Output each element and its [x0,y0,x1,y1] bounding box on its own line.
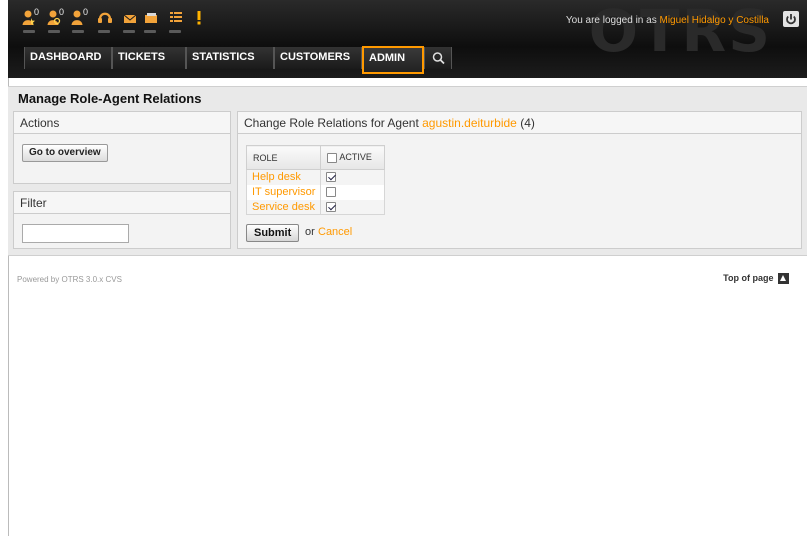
login-info: You are logged in as Miguel Hidalgo y Co… [566,15,769,26]
nav-tickets[interactable]: TICKETS [112,47,186,69]
filter-title: Filter [14,192,230,214]
power-icon [786,14,796,25]
login-prefix: You are logged in as [565,15,657,26]
new-tickets-icon[interactable]: 0 [22,7,44,33]
responsible-tickets-icon[interactable]: 0 [71,7,93,33]
arrow-up-icon [778,273,789,285]
active-column-label: ACTIVE [339,152,372,163]
nav-admin[interactable]: ADMIN [362,46,424,74]
active-checkbox-help-desk[interactable] [326,172,337,183]
role-column-header: ROLE [245,145,322,170]
otrs-watermark: OTRS [588,0,772,65]
locked-tickets-icon[interactable] [143,9,165,33]
watched-tickets-icon[interactable]: 0 [47,7,69,33]
actions-title: Actions [14,112,230,134]
page-title: Manage Role-Agent Relations [18,91,202,106]
search-icon [432,52,445,65]
table-row: Help desk [245,169,386,185]
watched-tickets-count: 0 [59,7,65,17]
user-name-link[interactable]: Miguel Hidalgo y Costilla [660,15,770,26]
nav-customers[interactable]: CUSTOMERS [274,47,362,69]
agent-id: (4) [520,116,535,130]
phone-ticket-icon[interactable] [97,9,119,33]
role-relations-box: Change Role Relations for Agent agustin.… [237,111,802,249]
escalation-icon[interactable] [194,9,216,33]
top-of-page-link[interactable]: Top of page [723,273,789,285]
responsible-tickets-count: 0 [83,7,89,17]
email-ticket-icon[interactable] [122,9,144,33]
active-checkbox-it-supervisor[interactable] [326,187,337,198]
queue-view-icon[interactable] [168,9,190,33]
powered-by: Powered by OTRS 3.0.x CVS [17,275,122,284]
or-text: or [305,226,315,238]
relations-heading-prefix: Change Role Relations for Agent [244,116,419,130]
active-checkbox-service-desk[interactable] [326,201,337,212]
role-relations-table: ROLE ACTIVE Help desk IT supervisor Serv… [245,145,386,215]
actions-box: Actions Go to overview [13,111,231,184]
top-of-page-label: Top of page [723,273,774,283]
go-to-overview-button[interactable]: Go to overview [22,144,108,162]
table-row: Service desk [245,199,386,215]
role-link-help-desk[interactable]: Help desk [252,171,301,183]
content-area: Manage Role-Agent Relations Actions Go t… [8,86,807,256]
submit-button[interactable]: Submit [246,224,300,242]
filter-box: Filter [13,191,231,249]
page-frame [8,0,807,536]
filter-input[interactable] [22,224,129,243]
nav-statistics[interactable]: STATISTICS [186,47,274,69]
nav-dashboard[interactable]: DASHBOARD [24,47,112,69]
relations-heading: Change Role Relations for Agent agustin.… [238,112,801,134]
header-bar: OTRS 0 0 0 You are logged in as Miguel H… [8,0,807,78]
select-all-checkbox[interactable] [327,152,338,163]
agent-link[interactable]: agustin.deiturbide [422,116,517,130]
logout-button[interactable] [783,11,799,27]
role-link-it-supervisor[interactable]: IT supervisor [252,186,315,198]
new-tickets-count: 0 [34,7,40,17]
cancel-link[interactable]: Cancel [318,226,352,238]
table-row: IT supervisor [245,184,386,200]
nav-search[interactable] [424,47,452,69]
active-column-header: ACTIVE [320,145,386,170]
role-link-service-desk[interactable]: Service desk [252,201,315,213]
